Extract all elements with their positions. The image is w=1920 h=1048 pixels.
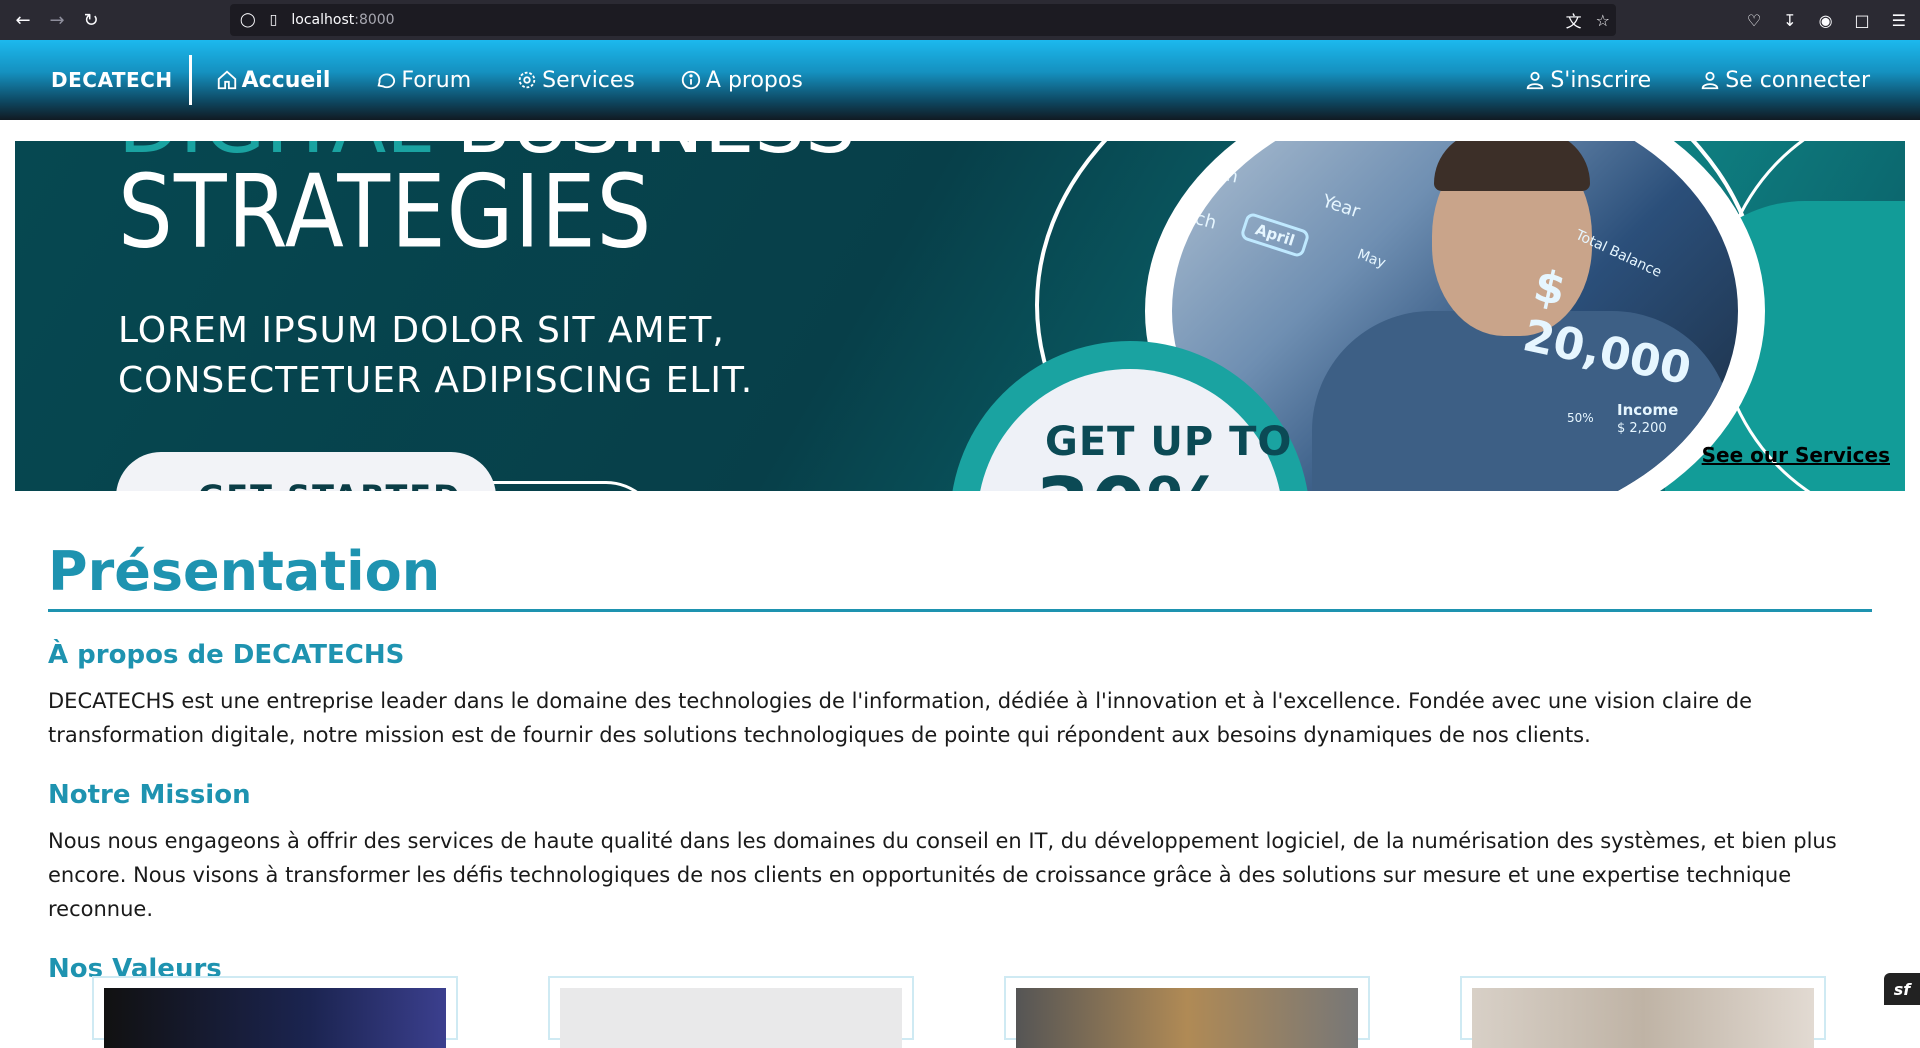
url-port: :8000	[354, 12, 394, 28]
hero-banner: DIGITAL BUSINESS STRATEGIES LOREM IPSUM …	[15, 141, 1905, 491]
pocket-icon[interactable]: ♡	[1747, 11, 1761, 30]
register-link[interactable]: S'inscrire	[1524, 68, 1651, 93]
value-card[interactable]	[1004, 976, 1370, 1040]
account-icon[interactable]: ◉	[1819, 11, 1833, 30]
forward-icon[interactable]: →	[40, 3, 74, 37]
register-label: S'inscrire	[1550, 68, 1651, 93]
holo-year: Year	[1320, 191, 1363, 223]
photo-hair	[1434, 141, 1590, 191]
user-icon	[1699, 69, 1721, 91]
value-card-image	[104, 988, 446, 1048]
banner-title: STRATEGIES	[118, 162, 652, 263]
about-text: DECATECHS est une entreprise leader dans…	[48, 684, 1872, 752]
url-host: localhost	[291, 12, 354, 28]
discount-badge-number: 30%	[1035, 461, 1226, 491]
holo-income-value: $ 2,200	[1617, 421, 1667, 436]
reload-icon[interactable]: ↻	[74, 3, 108, 37]
mission-title: Notre Mission	[48, 780, 1872, 810]
holo-april: April	[1239, 211, 1310, 258]
info-icon	[680, 69, 702, 91]
value-card-image	[1016, 988, 1358, 1048]
nav-link-label: Accueil	[242, 68, 331, 93]
value-card[interactable]	[548, 976, 914, 1040]
value-card[interactable]	[92, 976, 458, 1040]
page-icon: ▯	[270, 12, 278, 28]
home-icon	[216, 69, 238, 91]
about-title: À propos de DECATECHS	[48, 640, 1872, 670]
brand-separator	[189, 55, 192, 105]
gear-icon	[516, 69, 538, 91]
holo-may: May	[1355, 247, 1388, 272]
nav-link-a-propos[interactable]: A propos	[680, 68, 803, 93]
translate-icon[interactable]: 文	[1566, 8, 1582, 32]
get-started-label: GET STARTED	[198, 478, 462, 491]
browser-toolbar: ← → ↻ ◯ ▯ localhost:8000 文 ☆ ♡ ↧ ◉ □ ☰	[0, 0, 1920, 40]
nav-link-accueil[interactable]: Accueil	[216, 68, 331, 93]
login-label: Se connecter	[1725, 68, 1870, 93]
value-card[interactable]	[1460, 976, 1826, 1040]
download-icon[interactable]: ↧	[1783, 11, 1796, 30]
login-link[interactable]: Se connecter	[1699, 68, 1870, 93]
back-icon[interactable]: ←	[6, 3, 40, 37]
nav-link-label: A propos	[706, 68, 803, 93]
value-card-image	[560, 988, 902, 1048]
nav-link-label: Services	[542, 68, 635, 93]
nav-link-forum[interactable]: Forum	[375, 68, 471, 93]
holo-percent: 50%	[1567, 411, 1594, 425]
chat-icon	[375, 69, 397, 91]
brand-logo[interactable]: DECATECH	[51, 68, 173, 92]
nav-link-label: Forum	[401, 68, 471, 93]
user-icon	[1524, 69, 1546, 91]
banner-subtitle: LOREM IPSUM DOLOR SIT AMET, CONSECTETUER…	[118, 306, 938, 406]
bookmark-star-icon[interactable]: ☆	[1596, 11, 1610, 30]
shield-icon[interactable]: ◯	[240, 12, 256, 28]
site-navbar: DECATECH Accueil Forum Services A propos…	[0, 40, 1920, 120]
section-title: Présentation	[48, 540, 1872, 612]
value-card-image	[1472, 988, 1814, 1048]
holo-income: Income	[1617, 401, 1678, 419]
see-services-link[interactable]: See our Services	[1702, 443, 1890, 467]
values-cards	[92, 976, 1832, 1016]
nav-link-services[interactable]: Services	[516, 68, 635, 93]
discount-badge-text: GET UP TO	[1045, 419, 1292, 465]
menu-icon[interactable]: ☰	[1892, 11, 1906, 30]
extensions-icon[interactable]: □	[1855, 11, 1870, 30]
mission-text: Nous nous engageons à offrir des service…	[48, 824, 1872, 926]
presentation-section: Présentation À propos de DECATECHS DECAT…	[48, 540, 1872, 998]
symfony-toolbar-icon[interactable]: sf	[1884, 973, 1920, 1005]
url-bar[interactable]: ◯ ▯ localhost:8000 文 ☆	[230, 4, 1616, 36]
